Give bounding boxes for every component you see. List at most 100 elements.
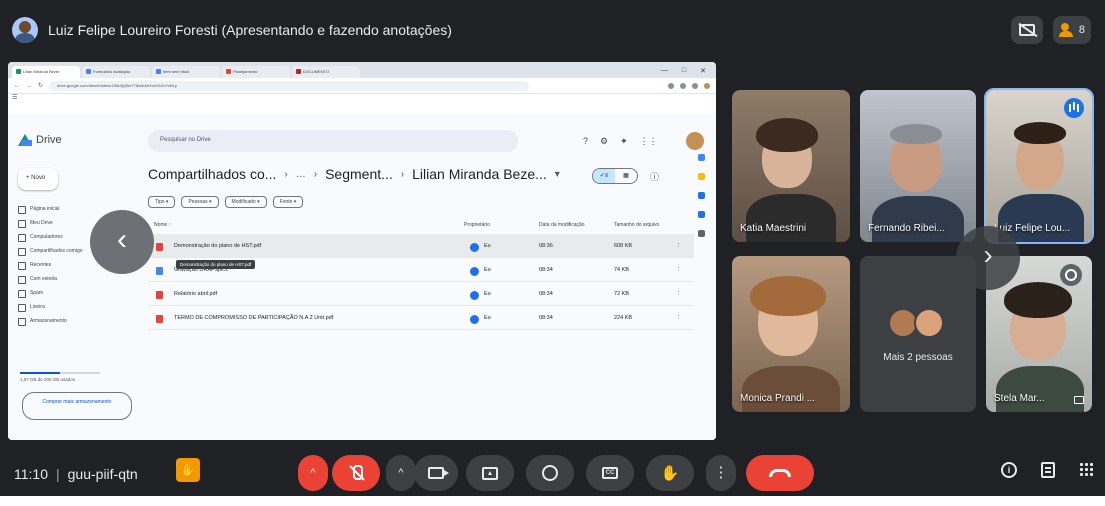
participant-tile-active-speaker[interactable]: Luiz Felipe Lou... [984, 88, 1094, 244]
new-button[interactable]: + Novo [18, 168, 58, 190]
more-actions-icon[interactable]: ⋮ [676, 267, 682, 273]
more-participants-tile[interactable]: Mais 2 pessoas [860, 256, 976, 412]
profile-icon[interactable] [704, 82, 710, 89]
help-icon[interactable]: ? [583, 136, 588, 147]
captions-button[interactable]: CC [586, 455, 634, 491]
grid-view-icon[interactable]: ▦ [615, 169, 637, 183]
browser-tab[interactable]: Planejamento [222, 66, 290, 78]
extension-icon[interactable] [668, 82, 674, 89]
camera-off-button[interactable] [1010, 16, 1043, 44]
drive-account-avatar[interactable] [686, 132, 704, 150]
file-modified: 08:36 [539, 243, 553, 249]
drive-top-icons: ? ⚙ ✦ ⋮⋮ [583, 136, 658, 147]
more-crumbs-icon[interactable]: … [296, 169, 306, 180]
file-row[interactable]: Relatório abril.pdf Eu 08:34 72 KB ⋮ [148, 282, 694, 306]
owner-avatar [470, 267, 479, 276]
reactions-button[interactable] [526, 455, 574, 491]
extension-icon[interactable] [692, 82, 698, 89]
previous-page-button[interactable]: ‹ [90, 210, 154, 274]
camera-toggle-button[interactable] [414, 455, 458, 491]
raise-hand-button[interactable]: ✋ [646, 455, 694, 491]
participant-tile[interactable]: Monica Prandi ... [732, 256, 850, 412]
meeting-info: 11:10 | guu-piif-qtn [14, 466, 138, 482]
keep-icon[interactable] [698, 173, 705, 180]
browser-tab[interactable]: Formulário avaliação [82, 66, 150, 78]
chat-icon[interactable] [1041, 462, 1055, 478]
gemini-icon[interactable]: ✦ [620, 136, 628, 147]
maximize-button[interactable]: □ [682, 67, 686, 75]
next-participants-button[interactable]: › [956, 226, 1020, 290]
participant-name: Katia Maestrini [740, 223, 807, 234]
file-tooltip: Demonstração do plano de HST.pdf [176, 260, 256, 269]
meeting-details-icon[interactable]: i [1001, 462, 1017, 478]
more-options-button[interactable]: ⋮ [706, 455, 736, 491]
participant-tile[interactable]: Katia Maestrini [732, 90, 850, 242]
right-controls: i [1001, 462, 1093, 478]
minimize-button[interactable]: — [661, 67, 668, 75]
present-screen-button[interactable] [466, 455, 514, 491]
microphone-toggle-button[interactable] [332, 455, 380, 491]
details-icon[interactable]: ⓘ [650, 170, 659, 183]
presenter-avatar [12, 17, 38, 43]
owner-avatar [470, 315, 479, 324]
file-name: Demonstração do plano de HST.pdf [174, 243, 262, 249]
forward-nav-icon[interactable]: → [26, 83, 32, 89]
captions-icon: CC [602, 467, 618, 479]
window-controls: — □ ✕ [651, 67, 716, 78]
drive-logo[interactable]: Drive [18, 134, 62, 146]
zoom-icon[interactable] [1060, 264, 1082, 286]
filter-chip[interactable]: Pessoas ▾ [181, 196, 219, 208]
file-name: Relatório abril.pdf [174, 291, 218, 297]
pin-icon[interactable] [1074, 396, 1084, 404]
filter-chip[interactable]: Fonte ▾ [272, 196, 304, 208]
browser-tab-strip: Lilian Miranda Bezer Formulário avaliaçã… [8, 62, 716, 78]
leave-call-button[interactable] [746, 455, 814, 491]
more-actions-icon[interactable]: ⋮ [676, 243, 682, 249]
settings-icon[interactable]: ⚙ [600, 136, 608, 147]
file-modified: 08:34 [539, 267, 553, 273]
back-nav-icon[interactable]: ← [14, 83, 20, 89]
file-row[interactable]: TERMO DE COMPROMISSO DE PARTICIPAÇÃO N.A… [148, 306, 694, 330]
filter-chip[interactable]: Modificado ▾ [224, 196, 267, 208]
drive-search-input[interactable]: Pesquisar no Drive [148, 130, 518, 152]
column-header[interactable]: Nome ↑ [154, 222, 171, 228]
chevron-down-icon[interactable]: ▾ [555, 169, 560, 180]
video-options-button[interactable]: ^ [386, 455, 416, 491]
nav-item[interactable]: Com estrela [16, 272, 126, 286]
raised-hand-icon[interactable]: ✋ [176, 458, 200, 482]
close-window-button[interactable]: ✕ [700, 67, 706, 75]
breadcrumb-item[interactable]: Compartilhados co... [148, 166, 276, 182]
meeting-code[interactable]: guu-piif-qtn [68, 466, 138, 482]
activities-icon[interactable] [1079, 462, 1093, 476]
view-toggle[interactable]: ✓≡ ▦ [592, 168, 638, 184]
add-addon-icon[interactable] [698, 230, 705, 237]
nav-item[interactable]: Armazenamento [16, 314, 126, 328]
buy-storage-button[interactable]: Comprar mais armazenamento [22, 392, 132, 420]
calendar-icon[interactable] [698, 154, 705, 161]
audio-options-button[interactable]: ^ [298, 455, 328, 491]
browser-tab[interactable]: Item sem título [152, 66, 220, 78]
tasks-icon[interactable] [698, 192, 705, 199]
extension-icon[interactable] [680, 82, 686, 89]
column-header[interactable]: Data da modificação [539, 222, 585, 228]
nav-item[interactable]: Spam [16, 286, 126, 300]
browser-tab[interactable]: DOCUMENTO [292, 66, 360, 78]
url-field[interactable]: drive.google.com/drive/folders/1Wk3jQ9m7… [49, 80, 530, 91]
people-button[interactable]: 8 [1052, 16, 1091, 44]
breadcrumb-item[interactable]: Segment... [325, 166, 393, 182]
nav-item[interactable]: Lixeira [16, 300, 126, 314]
apps-icon[interactable]: ⋮⋮ [640, 136, 658, 147]
contacts-icon[interactable] [698, 211, 705, 218]
filter-chip[interactable]: Tipo ▾ [148, 196, 176, 208]
column-header[interactable]: Proprietário [464, 222, 490, 228]
column-header[interactable]: Tamanho do arquivo [614, 222, 659, 228]
list-view-icon[interactable]: ✓≡ [593, 169, 615, 183]
file-row[interactable]: Demonstração do plano de HST.pdf Eu 08:3… [148, 234, 694, 258]
breadcrumb-item[interactable]: Lilian Miranda Beze... [412, 166, 547, 182]
extension-icons [668, 82, 710, 89]
reload-icon[interactable]: ↻ [38, 82, 43, 89]
participant-tile[interactable]: Fernando Ribei... [860, 90, 976, 242]
more-actions-icon[interactable]: ⋮ [676, 291, 682, 297]
more-actions-icon[interactable]: ⋮ [676, 315, 682, 321]
browser-tab[interactable]: Lilian Miranda Bezer [12, 66, 80, 78]
